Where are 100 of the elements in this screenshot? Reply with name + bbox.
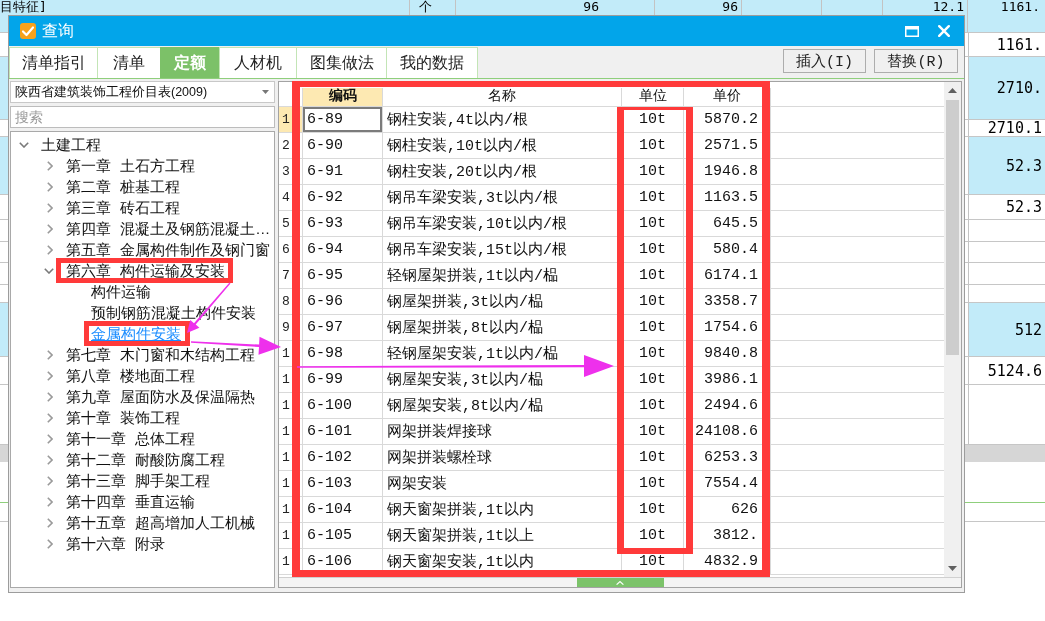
chevron-right-icon[interactable] — [47, 349, 53, 360]
tree-item[interactable]: 第九章 屋面防水及保温隔热 — [42, 388, 256, 405]
table-cell: 626 — [684, 497, 771, 523]
chevron-down-icon[interactable] — [44, 267, 54, 274]
sheet-cell: 2710. — [968, 57, 1045, 119]
row-number: 1 — [279, 497, 303, 523]
tree-item[interactable]: 第二章 桩基工程 — [42, 178, 181, 195]
catalog-dropdown[interactable]: 陕西省建筑装饰工程价目表(2009) — [10, 81, 275, 103]
tab[interactable]: 图集做法 — [296, 47, 387, 78]
table-cell: 6-106 — [303, 549, 383, 575]
scroll-up-icon[interactable] — [948, 88, 957, 93]
chevron-right-icon[interactable] — [47, 391, 53, 402]
close-icon[interactable] — [938, 25, 950, 37]
tree-item[interactable]: 第八章 楼地面工程 — [42, 367, 196, 384]
column-header[interactable]: 单位 — [622, 88, 684, 107]
tree-item[interactable]: 第三章 砖石工程 — [42, 199, 181, 216]
tab[interactable]: 人材机 — [219, 47, 297, 78]
sheet-row — [0, 303, 8, 356]
tree-item[interactable]: 第六章 构件运输及安装 — [42, 262, 226, 279]
table-cell: 钢天窗架拼装,1t以内 — [383, 497, 622, 523]
tree-item[interactable]: 金属构件安装 — [91, 325, 181, 342]
chevron-down-icon[interactable] — [19, 141, 29, 148]
table-cell: 6-103 — [303, 471, 383, 497]
chevron-right-icon[interactable] — [47, 517, 53, 528]
maximize-icon[interactable] — [905, 25, 919, 37]
insert-button[interactable]: 插入(I) — [783, 49, 866, 73]
table-cell: 6-101 — [303, 419, 383, 445]
table-cell: 6-100 — [303, 393, 383, 419]
tree-item[interactable]: 第十五章 超高增加人工机械 — [42, 514, 256, 531]
tree-item[interactable]: 第十六章 附录 — [42, 535, 166, 552]
sheet-cell: 目特征] — [0, 0, 47, 14]
tab[interactable]: 清单指引 — [9, 47, 98, 78]
table-cell: 轻钢屋架拼装,1t以内/榀 — [383, 263, 622, 289]
chevron-right-icon[interactable] — [47, 370, 53, 381]
row-number: 4 — [279, 185, 303, 211]
table-cell: 3358.7 — [684, 289, 771, 315]
table-cell: 10t — [622, 315, 684, 341]
chevron-right-icon[interactable] — [47, 202, 53, 213]
tree-item[interactable]: 第一章 土石方工程 — [42, 157, 196, 174]
table-cell: 6-97 — [303, 315, 383, 341]
chevron-right-icon[interactable] — [47, 223, 53, 234]
table-cell: 钢屋架安装,8t以内/榀 — [383, 393, 622, 419]
sheet-cell: 2710.1 — [968, 120, 1045, 136]
tree-item[interactable]: 第十一章 总体工程 — [42, 430, 196, 447]
table-cell: 2494.6 — [684, 393, 771, 419]
row-number: 2 — [279, 133, 303, 159]
tab[interactable]: 清单 — [97, 47, 161, 78]
chevron-right-icon[interactable] — [47, 454, 53, 465]
table-cell: 6-93 — [303, 211, 383, 237]
tree-item[interactable]: 第十四章 垂直运输 — [42, 493, 196, 510]
chevron-right-icon[interactable] — [47, 160, 53, 171]
row-number: 7 — [279, 263, 303, 289]
table-cell: 钢吊车梁安装,10t以内/根 — [383, 211, 622, 237]
row-number: 8 — [279, 289, 303, 315]
table-cell: 6-104 — [303, 497, 383, 523]
table-cell: 10t — [622, 523, 684, 549]
chevron-right-icon[interactable] — [47, 475, 53, 486]
sheet-cell: 1161. — [968, 0, 1045, 33]
tree-item[interactable]: 构件运输 — [91, 283, 151, 300]
sheet-cell: 52.3 — [968, 195, 1045, 219]
column-header[interactable]: 名称 — [383, 88, 622, 107]
scroll-down-icon[interactable] — [948, 566, 957, 571]
sheet-cell: 96 — [722, 0, 738, 14]
sheet-cell: 个 — [419, 0, 432, 14]
chevron-right-icon[interactable] — [47, 433, 53, 444]
column-header[interactable]: 编码 — [303, 88, 383, 107]
vertical-scrollbar[interactable] — [944, 82, 961, 577]
chevron-right-icon[interactable] — [47, 181, 53, 192]
tree-item[interactable]: 第七章 木门窗和木结构工程 — [42, 346, 256, 363]
chevron-right-icon[interactable] — [47, 538, 53, 549]
tab[interactable]: 我的数据 — [386, 47, 478, 78]
tree-item[interactable]: 第五章 金属构件制作及钢门窗 — [42, 241, 271, 258]
chevron-right-icon[interactable] — [47, 412, 53, 423]
table-cell: 10t — [622, 393, 684, 419]
tree-item[interactable]: 第四章 混凝土及钢筋混凝土… — [42, 220, 271, 237]
search-field[interactable]: 搜索 — [10, 106, 275, 128]
caret-up-icon — [616, 580, 624, 585]
table-cell: 9840.8 — [684, 341, 771, 367]
chevron-right-icon[interactable] — [47, 244, 53, 255]
collapse-handle[interactable] — [576, 578, 664, 587]
table-cell: 10t — [622, 419, 684, 445]
table-cell: 24108.6 — [684, 419, 771, 445]
table-cell: 6-91 — [303, 159, 383, 185]
tree-item[interactable]: 第十章 装饰工程 — [42, 409, 181, 426]
tree-item[interactable]: 土建工程 — [17, 136, 101, 153]
table-cell: 6-94 — [303, 237, 383, 263]
row-number: 6 — [279, 237, 303, 263]
table-cell: 10t — [622, 185, 684, 211]
table-cell: 网架安装 — [383, 471, 622, 497]
sheet-cell: 512 — [968, 303, 1045, 356]
table-cell: 10t — [622, 159, 684, 185]
table-cell: 3986.1 — [684, 367, 771, 393]
table-cell: 10t — [622, 237, 684, 263]
scrollbar-thumb[interactable] — [946, 100, 959, 355]
column-header[interactable]: 单价 — [684, 88, 771, 107]
row-number: 3 — [279, 159, 303, 185]
chevron-right-icon[interactable] — [47, 496, 53, 507]
tree-item[interactable]: 第十二章 耐酸防腐工程 — [42, 451, 226, 468]
tree-item[interactable]: 第十三章 脚手架工程 — [42, 472, 211, 489]
replace-button[interactable]: 替换(R) — [874, 49, 958, 73]
